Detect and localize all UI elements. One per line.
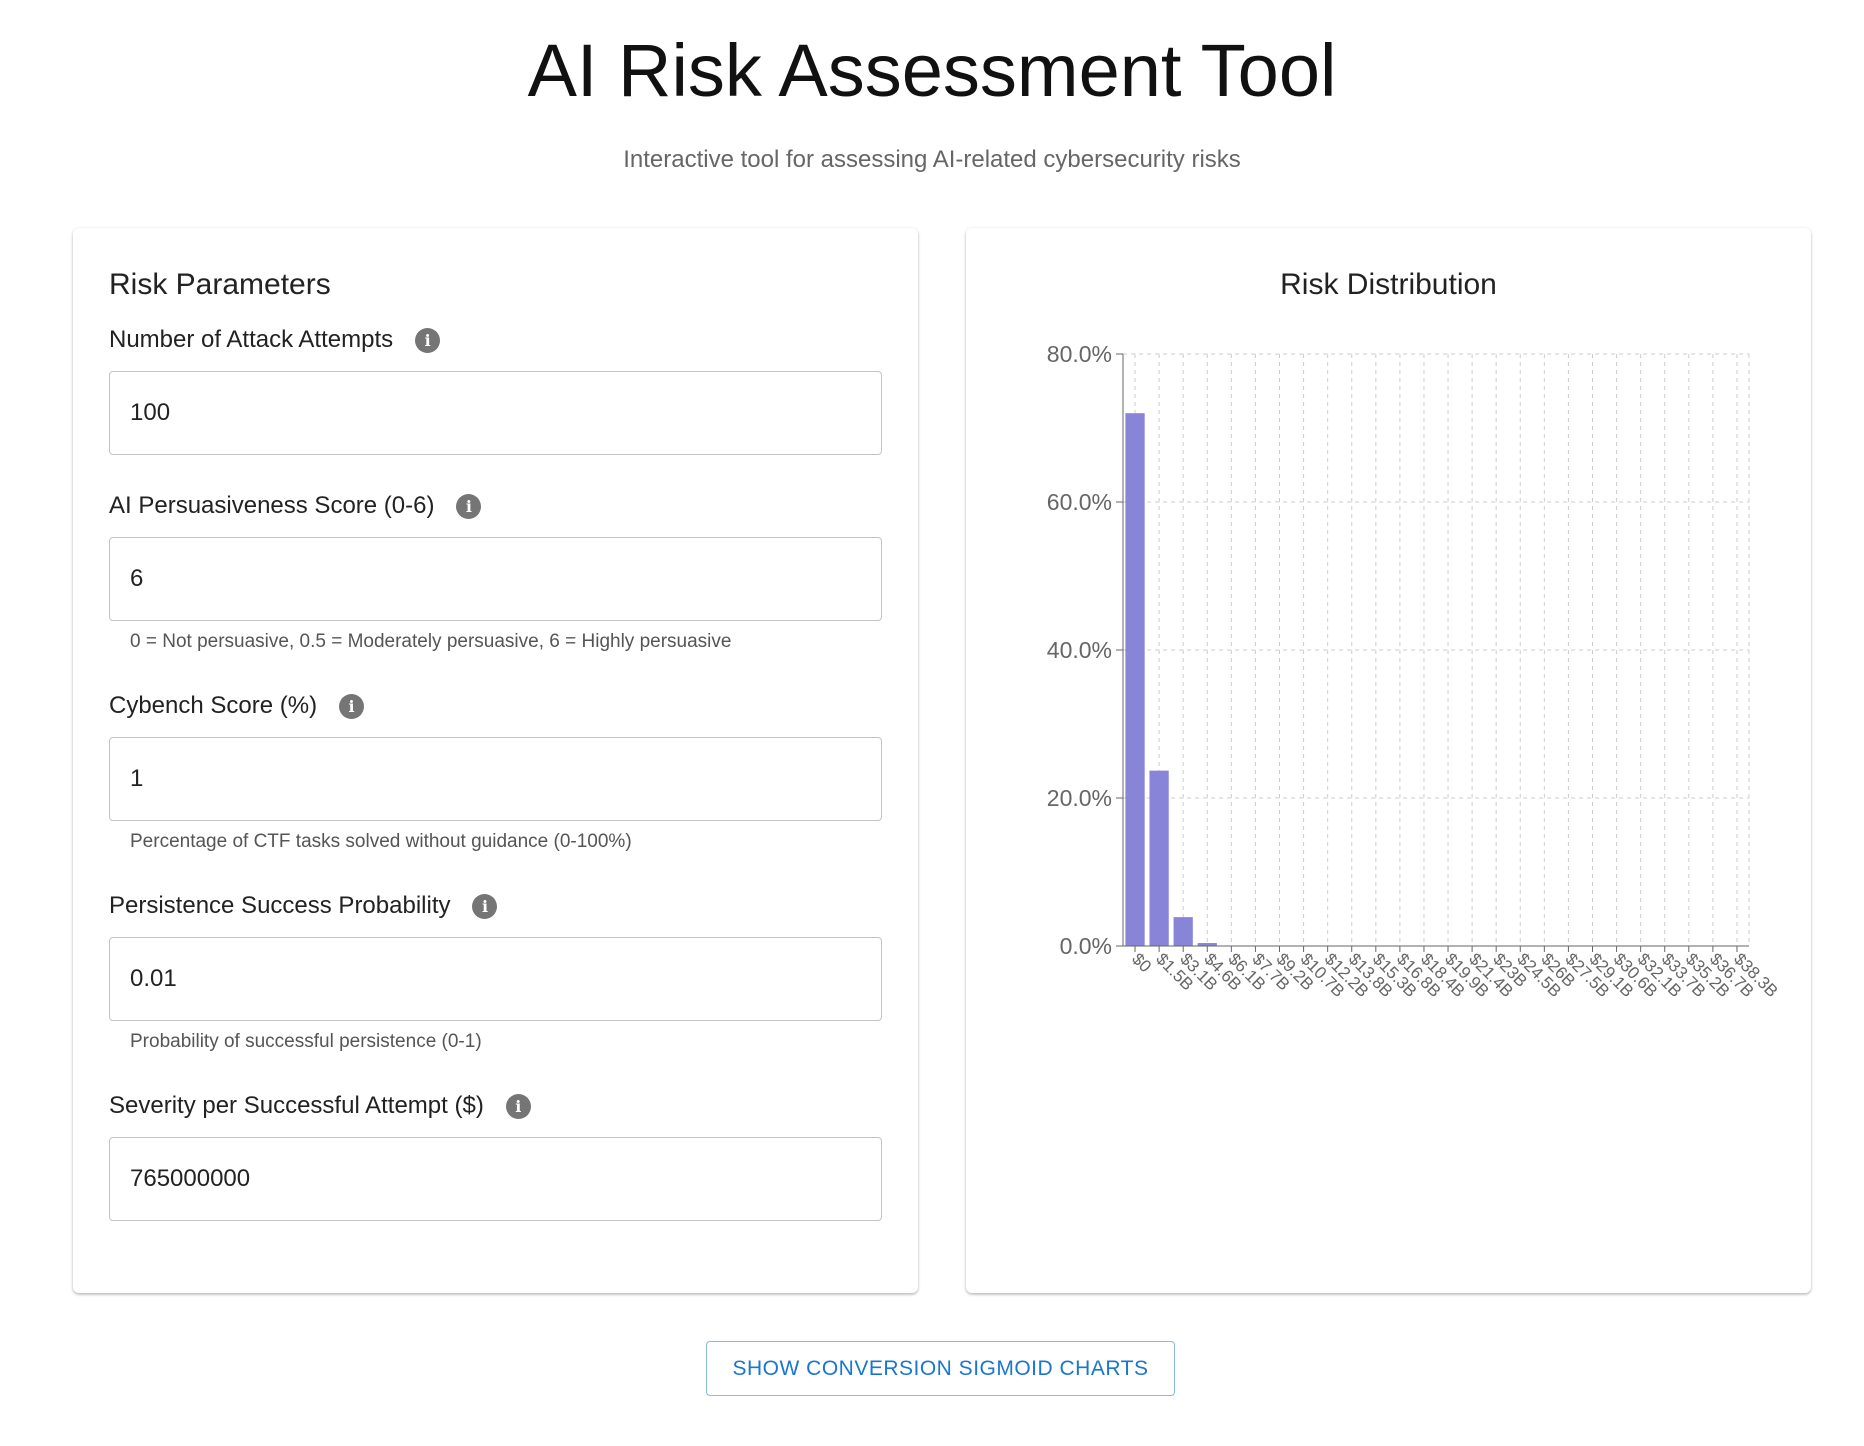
info-icon[interactable]: i xyxy=(505,1093,531,1119)
persuasiveness-field: AI Persuasiveness Score (0-6) i 0 = Not … xyxy=(109,489,882,653)
bar xyxy=(1149,770,1169,946)
bar xyxy=(1173,917,1193,946)
info-icon[interactable]: i xyxy=(415,327,441,353)
y-tick-label: 40.0% xyxy=(1047,637,1112,663)
persuasiveness-helper: 0 = Not persuasive, 0.5 = Moderately per… xyxy=(130,631,732,652)
y-tick-label: 80.0% xyxy=(1047,341,1112,367)
persistence-field: Persistence Success Probability i Probab… xyxy=(109,889,882,1053)
y-tick-label: 0.0% xyxy=(1060,933,1112,959)
severity-field: Severity per Successful Attempt ($) i xyxy=(109,1089,882,1221)
persistence-input[interactable] xyxy=(109,937,882,1021)
risk-distribution-card: Risk Distribution 0.0% 20.0% 40.0% 60.0% 80.… xyxy=(966,228,1811,1293)
attack-attempts-input[interactable] xyxy=(109,371,882,455)
y-tick-label: 20.0% xyxy=(1047,785,1112,811)
bar xyxy=(1125,413,1145,946)
cybench-input[interactable] xyxy=(109,737,882,821)
attack-attempts-field: Number of Attack Attempts i xyxy=(109,323,882,455)
y-tick-label: 60.0% xyxy=(1047,489,1112,515)
info-icon[interactable]: i xyxy=(339,693,365,719)
risk-parameters-title: Risk Parameters xyxy=(109,268,331,301)
show-sigmoid-charts-button[interactable]: SHOW CONVERSION SIGMOID CHARTS xyxy=(706,1341,1175,1396)
risk-distribution-chart: 0.0%20.0%40.0%60.0%80.0%$0$1.5B$3.1B$4.6… xyxy=(1047,341,1782,1001)
severity-label: Severity per Successful Attempt ($) xyxy=(109,1092,484,1119)
risk-parameters-card: Risk Parameters Number of Attack Attempt… xyxy=(73,228,918,1293)
page-title: AI Risk Assessment Tool xyxy=(527,29,1337,112)
persistence-label: Persistence Success Probability xyxy=(109,892,451,919)
info-icon[interactable]: i xyxy=(456,493,482,519)
cybench-field: Cybench Score (%) i Percentage of CTF ta… xyxy=(109,689,882,853)
severity-input[interactable] xyxy=(109,1137,882,1221)
x-tick-label: $0 xyxy=(1128,949,1155,976)
info-icon[interactable]: i xyxy=(472,893,498,919)
persistence-helper: Probability of successful persistence (0… xyxy=(130,1031,482,1052)
persuasiveness-input[interactable] xyxy=(109,537,882,621)
cybench-helper: Percentage of CTF tasks solved without g… xyxy=(130,831,632,852)
page-subtitle: Interactive tool for assessing AI-relate… xyxy=(623,146,1241,173)
persuasiveness-label: AI Persuasiveness Score (0-6) xyxy=(109,492,435,519)
cybench-label: Cybench Score (%) xyxy=(109,692,318,719)
attack-attempts-label: Number of Attack Attempts xyxy=(109,326,394,353)
